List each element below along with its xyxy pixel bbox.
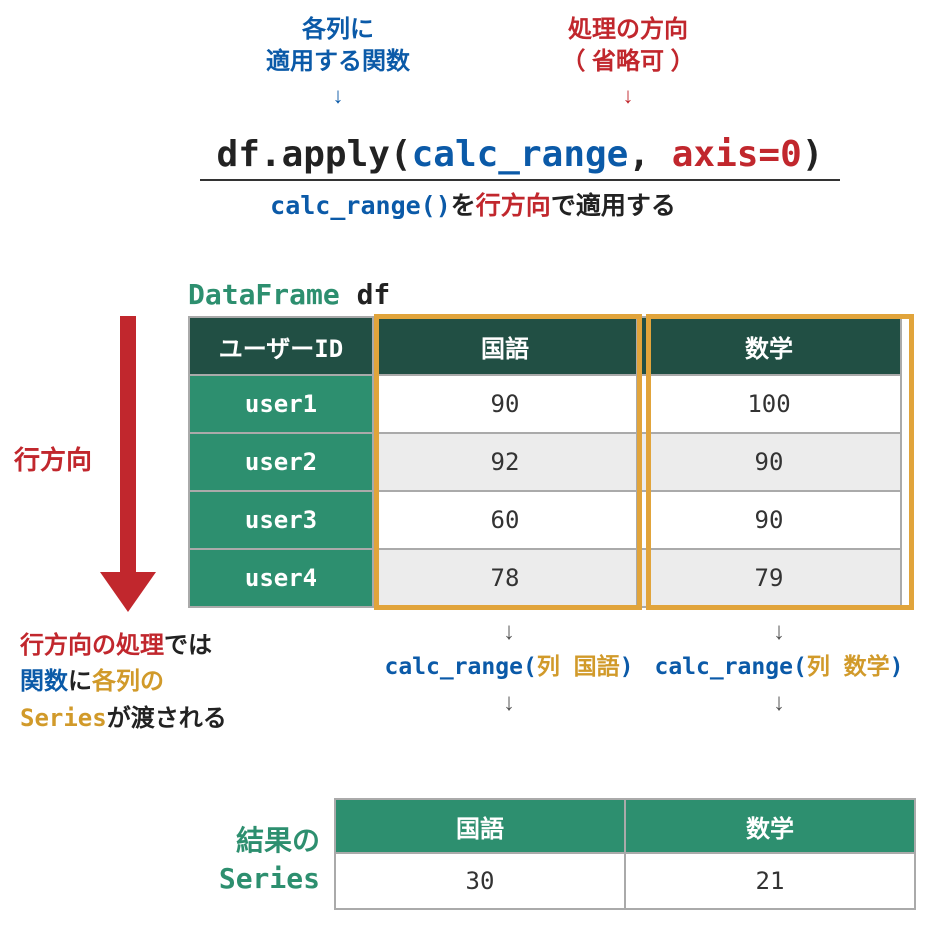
le-2c: 各列の xyxy=(92,668,164,695)
annot-axis: 処理の方向 （ 省略可 ） ↓ xyxy=(528,14,728,110)
code-close: ) xyxy=(802,134,824,175)
header-index: ユーザーID xyxy=(189,317,373,375)
top-annotation-block: 各列に 適用する関数 ↓ 処理の方向 （ 省略可 ） ↓ xyxy=(0,14,946,110)
cell: 90 xyxy=(373,375,637,433)
annot-axis-l1: 処理の方向 xyxy=(528,14,728,46)
cell: 60 xyxy=(373,491,637,549)
annot-func-l1: 各列に xyxy=(218,14,458,46)
explain-p3: 行方向 xyxy=(476,192,551,220)
code-axis: axis=0 xyxy=(672,134,802,175)
result-value-row: 30 21 xyxy=(335,853,915,909)
code-expression: df.apply(calc_range, axis=0) xyxy=(200,134,840,181)
annot-func: 各列に 適用する関数 ↓ xyxy=(218,14,458,110)
df-name: df xyxy=(340,278,391,311)
table-row: user2 92 90 xyxy=(189,433,901,491)
table-row: user1 90 100 xyxy=(189,375,901,433)
call-arg: 国語 xyxy=(574,654,620,680)
arrow-head-icon xyxy=(100,572,156,612)
cell: 90 xyxy=(637,491,901,549)
arrow-shaft xyxy=(120,316,136,576)
dataframe-title: DataFrame df xyxy=(188,278,390,311)
annot-axis-l2: （ 省略可 ） xyxy=(528,46,728,78)
table-header-row: ユーザーID 国語 数学 xyxy=(189,317,901,375)
code-obj: df xyxy=(217,134,260,175)
annot-func-l2: 適用する関数 xyxy=(218,46,458,78)
call-col-1: calc_range(列 国語) xyxy=(374,647,644,681)
le-2a: 関数 xyxy=(20,668,68,695)
column-arrows-block: ↓ ↓ calc_range(列 国語) calc_range(列 数学) ↓ … xyxy=(374,616,914,718)
result-header-row: 国語 数学 xyxy=(335,799,915,853)
result-value-2: 21 xyxy=(625,853,915,909)
row-index: user1 xyxy=(189,375,373,433)
cell: 90 xyxy=(637,433,901,491)
left-expl-l3: Seriesが渡される xyxy=(20,700,227,737)
cell: 78 xyxy=(373,549,637,607)
call-fn: calc_range xyxy=(384,654,522,680)
le-1a: 行方向の処理 xyxy=(20,632,164,659)
explain-p2: を xyxy=(451,192,476,220)
explain-fn: calc_range() xyxy=(270,191,451,220)
call-arg: 数学 xyxy=(844,654,890,680)
df-type: DataFrame xyxy=(188,278,340,311)
dataframe-table: ユーザーID 国語 数学 user1 90 100 user2 92 90 us… xyxy=(188,316,902,608)
call-fn: calc_range xyxy=(654,654,792,680)
table-row: user3 60 90 xyxy=(189,491,901,549)
row-index: user4 xyxy=(189,549,373,607)
call-prefix: 列 xyxy=(807,654,844,680)
table-row: user4 78 79 xyxy=(189,549,901,607)
header-col-1: 国語 xyxy=(373,317,637,375)
down-arrow-icon: ↓ xyxy=(374,687,644,718)
call-prefix: 列 xyxy=(537,654,574,680)
code-comma: , xyxy=(628,134,671,175)
row-index: user2 xyxy=(189,433,373,491)
result-value-1: 30 xyxy=(335,853,625,909)
cell: 79 xyxy=(637,549,901,607)
row-direction-label: 行方向 xyxy=(14,440,92,477)
cell: 100 xyxy=(637,375,901,433)
left-explanation: 行方向の処理では 関数に各列の Seriesが渡される xyxy=(20,628,227,737)
row-index: user3 xyxy=(189,491,373,549)
cell: 92 xyxy=(373,433,637,491)
result-table: 国語 数学 30 21 xyxy=(334,798,916,910)
explain-p4: で適用する xyxy=(551,192,676,220)
call-col-2: calc_range(列 数学) xyxy=(644,647,914,681)
down-arrow-icon: ↓ xyxy=(644,616,914,647)
paren-open: ( xyxy=(793,654,807,680)
code-fn: calc_range xyxy=(412,134,629,175)
le-2b: に xyxy=(68,668,92,695)
le-3b: が渡される xyxy=(107,705,227,732)
down-arrow-icon: ↓ xyxy=(374,616,644,647)
left-expl-l2: 関数に各列の xyxy=(20,664,227,700)
paren-close: ) xyxy=(890,654,904,680)
code-explanation: calc_range()を行方向で適用する xyxy=(0,186,946,222)
result-label-l2: Series xyxy=(170,860,320,898)
row-direction-arrow xyxy=(100,316,156,616)
paren-open: ( xyxy=(523,654,537,680)
down-arrow-icon: ↓ xyxy=(644,687,914,718)
result-label-l1: 結果の xyxy=(170,822,320,860)
le-1b: では xyxy=(164,632,212,659)
code-apply: .apply( xyxy=(260,134,412,175)
paren-close: ) xyxy=(620,654,634,680)
header-col-2: 数学 xyxy=(637,317,901,375)
annot-axis-arrow: ↓ xyxy=(528,81,728,111)
le-3a: Series xyxy=(20,704,107,732)
annot-func-arrow: ↓ xyxy=(218,81,458,111)
left-expl-l1: 行方向の処理では xyxy=(20,628,227,664)
result-header-2: 数学 xyxy=(625,799,915,853)
result-header-1: 国語 xyxy=(335,799,625,853)
result-label: 結果の Series xyxy=(170,822,320,898)
